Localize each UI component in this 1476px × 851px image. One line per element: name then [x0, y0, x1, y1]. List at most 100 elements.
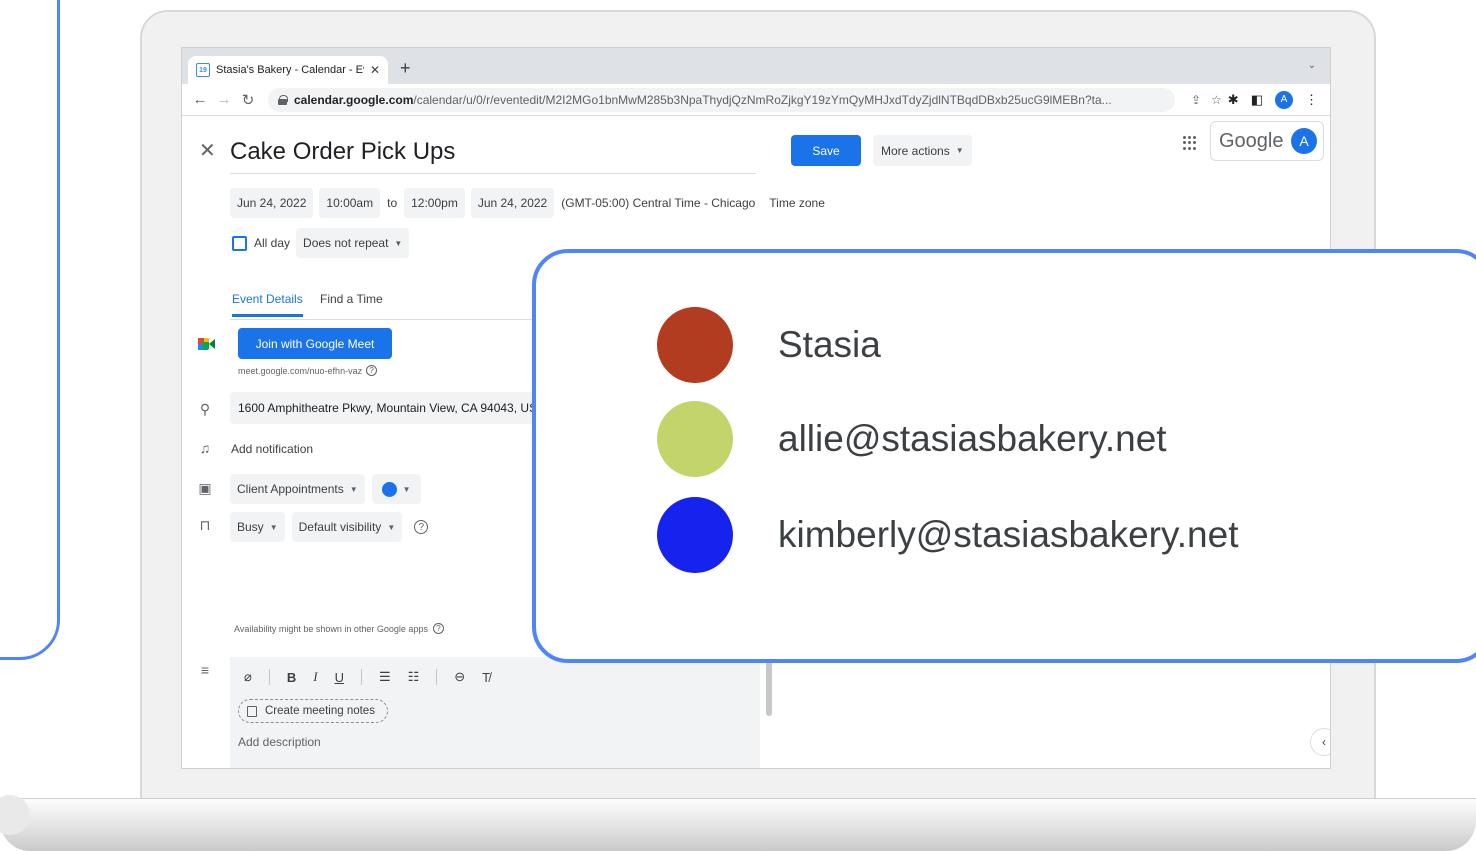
- decorative-frame-left: [0, 0, 60, 660]
- format-toolbar: ⌀ B I U ☰ ☷ ⊖ T̸: [244, 669, 490, 685]
- create-meeting-notes-chip[interactable]: Create meeting notes: [238, 699, 388, 723]
- new-tab-plus-icon[interactable]: +: [400, 58, 411, 79]
- help-icon[interactable]: ?: [414, 520, 429, 534]
- description-editor[interactable]: ⌀ B I U ☰ ☷ ⊖ T̸ Create meeting notes Ad…: [230, 657, 760, 768]
- browser-toolbar: ← → ↻ calendar.google.com /calendar/u/0/…: [182, 84, 1330, 116]
- tab-strip: 19 Stasia's Bakery - Calendar - Ev ✕ + ⌄: [182, 48, 1330, 84]
- visibility-dropdown[interactable]: Default visibility ▼: [291, 512, 403, 542]
- share-icon[interactable]: ⇪: [1191, 93, 1201, 107]
- to-label: to: [387, 196, 398, 210]
- reload-icon[interactable]: ↻: [236, 91, 260, 109]
- meet-link-text[interactable]: meet.google.com/nuo-efhn-vaz: [238, 366, 362, 376]
- google-account-box[interactable]: Google A: [1210, 121, 1324, 161]
- join-meet-button[interactable]: Join with Google Meet: [238, 328, 392, 359]
- kebab-menu-icon[interactable]: ⋮: [1305, 92, 1318, 108]
- availability-note: Availability might be shown in other Goo…: [234, 623, 444, 634]
- close-icon[interactable]: ✕: [370, 63, 380, 77]
- italic-icon[interactable]: I: [313, 669, 317, 685]
- bell-icon: ♫: [199, 440, 211, 456]
- guest-row: kimberly@stasiasbakery.net: [657, 497, 1238, 573]
- event-color-dropdown[interactable]: ▼: [371, 474, 421, 504]
- location-input[interactable]: 1600 Amphitheatre Pkwy, Mountain View, C…: [230, 392, 560, 424]
- underline-icon[interactable]: U: [335, 670, 344, 685]
- google-logo: Google: [1219, 129, 1284, 152]
- guest-list-callout: Stasia allie@stasiasbakery.net kimberly@…: [532, 249, 1476, 663]
- close-icon[interactable]: ✕: [199, 138, 216, 163]
- calendar-icon: ▣: [198, 480, 212, 496]
- link-icon[interactable]: ⊖: [454, 669, 465, 685]
- busy-dropdown[interactable]: Busy ▼: [230, 512, 285, 542]
- guest-name: Stasia: [778, 324, 881, 365]
- guest-color-dot: [657, 497, 733, 573]
- description-lines-icon: ≡: [200, 662, 210, 678]
- tab-find-a-time[interactable]: Find a Time: [320, 292, 383, 306]
- create-meeting-notes-label: Create meeting notes: [265, 705, 375, 717]
- description-placeholder[interactable]: Add description: [238, 735, 321, 749]
- url-path: /calendar/u/0/r/eventedit/M2I2MGo1bnMwM2…: [413, 92, 1112, 107]
- lock-icon[interactable]: [278, 94, 288, 105]
- bulleted-list-icon[interactable]: ☷: [408, 669, 420, 685]
- chevron-left-icon: ‹: [1322, 735, 1326, 749]
- bookmark-star-icon[interactable]: ☆: [1211, 93, 1222, 107]
- help-icon[interactable]: ?: [366, 365, 378, 376]
- calendar-value: Client Appointments: [237, 482, 344, 496]
- tab-event-details[interactable]: Event Details: [232, 292, 303, 317]
- guest-row: allie@stasiasbakery.net: [657, 401, 1167, 477]
- timezone-label: (GMT-05:00) Central Time - Chicago: [561, 196, 756, 210]
- notes-doc-icon: [247, 705, 257, 717]
- busy-value: Busy: [237, 520, 264, 534]
- clear-format-icon[interactable]: T̸: [482, 670, 490, 685]
- meet-link: meet.google.com/nuo-efhn-vaz ?: [238, 365, 378, 376]
- bold-icon[interactable]: B: [287, 670, 296, 685]
- all-day-checkbox[interactable]: [232, 235, 247, 251]
- more-actions-button[interactable]: More actions ▼: [873, 135, 972, 166]
- all-day-label: All day: [254, 236, 291, 250]
- caret-down-icon: ▼: [394, 238, 403, 248]
- all-day-row: All day Does not repeat ▼: [232, 228, 410, 258]
- availability-row: Busy ▼ Default visibility ▼ ?: [230, 512, 429, 542]
- collapse-panel-button[interactable]: ‹: [1310, 728, 1330, 756]
- location-pin-icon: ⚲: [199, 401, 211, 417]
- repeat-dropdown[interactable]: Does not repeat ▼: [296, 228, 410, 258]
- guest-color-dot: [657, 401, 733, 477]
- profile-avatar-icon[interactable]: A: [1275, 90, 1293, 109]
- chevron-down-icon[interactable]: ⌄: [1308, 60, 1316, 71]
- address-bar[interactable]: calendar.google.com /calendar/u/0/r/even…: [268, 87, 1175, 112]
- tab-title: Stasia's Bakery - Calendar - Ev: [216, 64, 364, 76]
- numbered-list-icon[interactable]: ☰: [379, 669, 391, 685]
- google-meet-icon: [198, 338, 215, 350]
- guest-name: allie@stasiasbakery.net: [778, 418, 1167, 459]
- guest-row: Stasia: [657, 307, 881, 383]
- date-time-row: Jun 24, 2022 10:00am to 12:00pm Jun 24, …: [230, 188, 832, 218]
- calendar-row: Client Appointments ▼ ▼: [230, 474, 421, 504]
- extensions-puzzle-icon[interactable]: ✱: [1228, 92, 1239, 108]
- end-date-field[interactable]: Jun 24, 2022: [470, 188, 555, 218]
- repeat-value: Does not repeat: [303, 236, 389, 250]
- avatar[interactable]: A: [1291, 128, 1317, 154]
- end-time-field[interactable]: 12:00pm: [404, 188, 465, 218]
- attachment-icon[interactable]: ⌀: [244, 669, 252, 685]
- more-actions-label: More actions: [881, 143, 950, 158]
- forward-arrow-icon[interactable]: →: [212, 91, 236, 108]
- caret-down-icon: ▼: [402, 484, 411, 494]
- start-date-field[interactable]: Jun 24, 2022: [230, 188, 314, 218]
- laptop-base: [0, 795, 1476, 851]
- start-time-field[interactable]: 10:00am: [319, 188, 381, 218]
- apps-grid-icon[interactable]: [1183, 136, 1197, 150]
- browser-tab[interactable]: 19 Stasia's Bakery - Calendar - Ev ✕: [188, 56, 388, 84]
- url-host: calendar.google.com: [294, 92, 414, 107]
- availability-note-text: Availability might be shown in other Goo…: [234, 623, 428, 634]
- save-button[interactable]: Save: [791, 135, 861, 166]
- guest-color-dot: [657, 307, 733, 383]
- calendar-dropdown[interactable]: Client Appointments ▼: [230, 474, 365, 504]
- timezone-link[interactable]: Time zone: [762, 196, 832, 210]
- visibility-value: Default visibility: [298, 520, 382, 534]
- side-panel-icon[interactable]: ◧: [1251, 92, 1263, 108]
- briefcase-icon: ⊓: [199, 517, 211, 533]
- calendar-favicon-icon: 19: [196, 63, 210, 77]
- back-arrow-icon[interactable]: ←: [188, 91, 212, 108]
- caret-down-icon: ▼: [955, 146, 964, 155]
- add-notification-link[interactable]: Add notification: [231, 442, 313, 456]
- event-title-input[interactable]: Cake Order Pick Ups: [230, 134, 756, 174]
- help-icon[interactable]: ?: [432, 623, 444, 634]
